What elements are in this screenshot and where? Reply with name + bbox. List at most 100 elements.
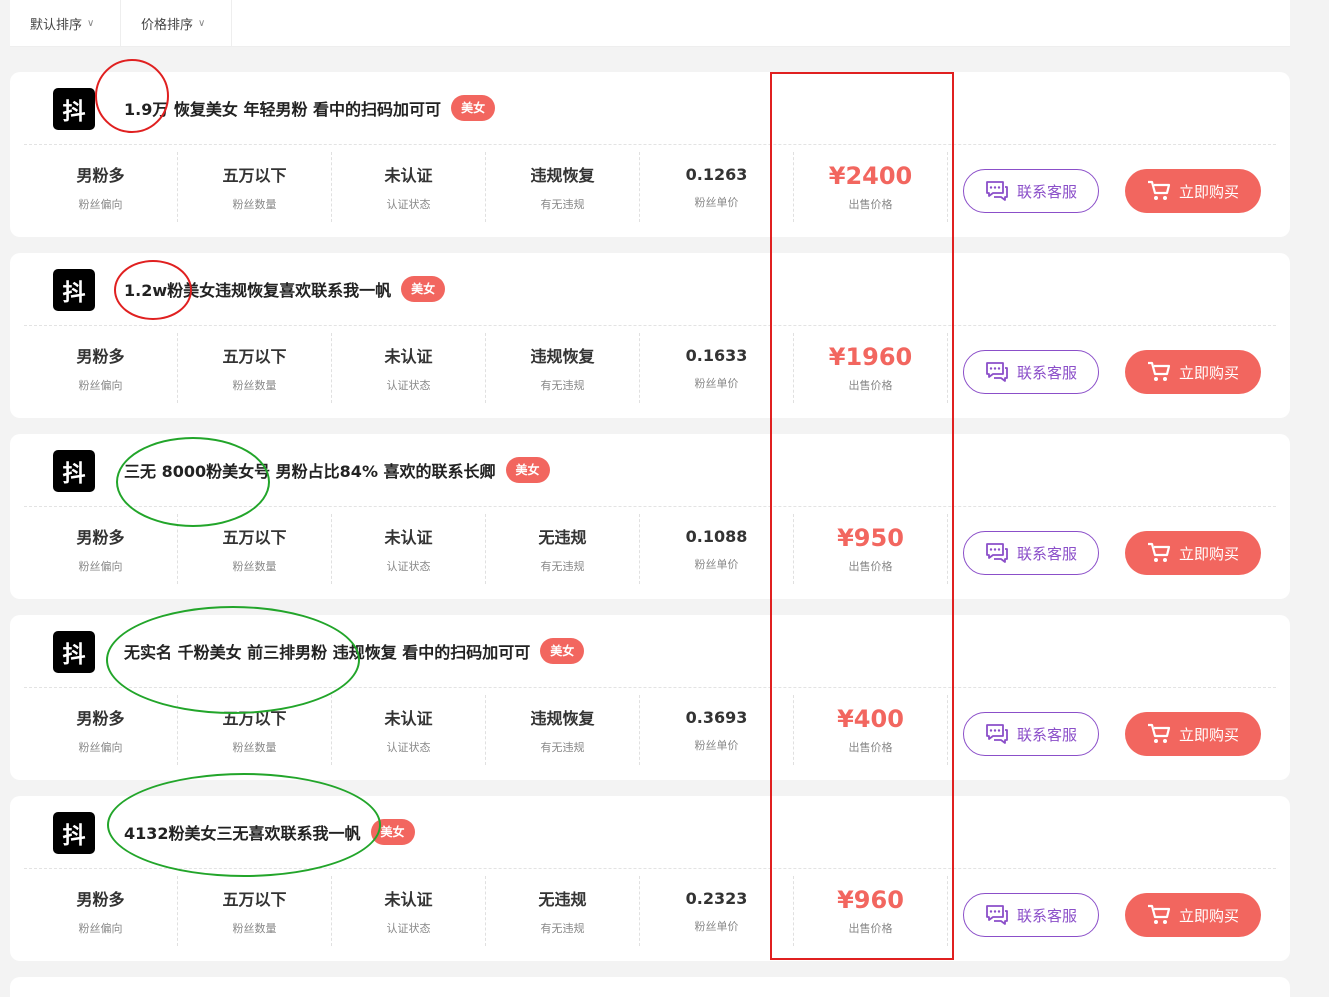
listing-title[interactable]: 三无 8000粉美女号 男粉占比84% 喜欢的联系长卿 — [124, 458, 496, 482]
stat-cert-status: 未认证 认证状态 — [332, 514, 486, 584]
listing-title-row: 无实名 千粉美女 前三排男粉 违规恢复 看中的扫码加可可 美女 — [124, 637, 585, 665]
sale-price: ¥400 — [837, 705, 904, 733]
stat-label: 粉丝单价 — [694, 919, 739, 933]
listing-card[interactable]: 抖 1.2w粉美女违规恢复喜欢联系我一帆 美女 男粉多 粉丝偏向 五万以下 粉丝… — [10, 253, 1290, 418]
stat-unit-price: 0.1263 粉丝单价 — [640, 152, 794, 222]
contact-service-button[interactable]: 联系客服 — [963, 712, 1099, 756]
sort-default-tab[interactable]: 默认排序 ∨ — [10, 0, 121, 46]
listing-title[interactable]: 无实名 千粉美女 前三排男粉 违规恢复 看中的扫码加可可 — [124, 639, 530, 663]
stat-label: 粉丝数量 — [232, 922, 277, 935]
buy-now-button[interactable]: 立即购买 — [1125, 350, 1261, 394]
stat-label: 有无违规 — [540, 198, 585, 211]
buy-now-button[interactable]: 立即购买 — [1125, 712, 1261, 756]
stat-value: 未认证 — [384, 709, 433, 728]
divider — [24, 506, 1276, 507]
stat-label: 出售价格 — [848, 741, 893, 754]
chat-icon — [986, 543, 1008, 563]
sort-default-label: 默认排序 — [30, 17, 83, 33]
stat-sale-price: ¥950 出售价格 — [794, 514, 948, 584]
cart-icon — [1147, 723, 1171, 743]
stat-value: 五万以下 — [222, 528, 287, 547]
stat-label: 粉丝单价 — [694, 738, 739, 752]
chat-icon — [986, 905, 1008, 925]
stat-value: 五万以下 — [222, 347, 287, 366]
listing-title-row: 1.9万 恢复美女 年轻男粉 看中的扫码加可可 美女 — [124, 94, 496, 122]
listing-title-row: 1.2w粉美女违规恢复喜欢联系我一帆 美女 — [124, 275, 446, 303]
listing-card[interactable]: 抖 三无 8000粉美女号 男粉占比84% 喜欢的联系长卿 美女 男粉多 粉丝偏… — [10, 434, 1290, 599]
category-tag: 美女 — [370, 819, 415, 845]
contact-service-button[interactable]: 联系客服 — [963, 893, 1099, 937]
category-tag: 美女 — [540, 638, 585, 664]
stat-label: 粉丝偏向 — [78, 922, 123, 935]
contact-service-button[interactable]: 联系客服 — [963, 531, 1099, 575]
stat-violation: 无违规 有无违规 — [486, 876, 640, 946]
stat-value: 男粉多 — [76, 347, 125, 366]
buy-now-label: 立即购买 — [1178, 906, 1239, 925]
contact-service-button[interactable]: 联系客服 — [963, 350, 1099, 394]
stat-label: 粉丝偏向 — [78, 198, 123, 211]
listing-title[interactable]: 4132粉美女三无喜欢联系我一帆 — [124, 820, 361, 844]
stat-cert-status: 未认证 认证状态 — [332, 152, 486, 222]
stat-label: 认证状态 — [386, 379, 431, 392]
listing-title[interactable]: 1.9万 恢复美女 年轻男粉 看中的扫码加可可 — [124, 96, 441, 120]
chat-icon — [986, 362, 1008, 382]
stat-value: 0.1088 — [685, 526, 748, 546]
stat-label: 粉丝单价 — [694, 376, 739, 390]
stat-fan-bias: 男粉多 粉丝偏向 — [24, 333, 178, 403]
listing-title-row: 三无 8000粉美女号 男粉占比84% 喜欢的联系长卿 美女 — [124, 456, 550, 484]
listing-card[interactable]: 抖 4132粉美女三无喜欢联系我一帆 美女 男粉多 粉丝偏向 五万以下 粉丝数量… — [10, 796, 1290, 961]
stat-cert-status: 未认证 认证状态 — [332, 695, 486, 765]
stat-value: 五万以下 — [222, 166, 287, 185]
listing-header: 抖 1.9万 恢复美女 年轻男粉 看中的扫码加可可 美女 — [10, 72, 1290, 144]
stat-violation: 无违规 有无违规 — [486, 514, 640, 584]
stat-value: 违规恢复 — [530, 166, 595, 185]
stat-fan-count: 五万以下 粉丝数量 — [178, 333, 332, 403]
stat-label: 粉丝偏向 — [78, 379, 123, 392]
stat-label: 有无违规 — [540, 741, 585, 754]
stat-value: 违规恢复 — [530, 347, 595, 366]
stat-label: 粉丝单价 — [694, 557, 739, 571]
buy-now-button[interactable]: 立即购买 — [1125, 893, 1261, 937]
sort-price-tab[interactable]: 价格排序 ∨ — [121, 0, 232, 46]
contact-service-label: 联系客服 — [1016, 725, 1077, 744]
stat-fan-bias: 男粉多 粉丝偏向 — [24, 514, 178, 584]
buy-now-label: 立即购买 — [1178, 544, 1239, 563]
stat-cert-status: 未认证 认证状态 — [332, 333, 486, 403]
listing-card[interactable]: 抖 无实名 千粉美女 前三排男粉 违规恢复 看中的扫码加可可 美女 男粉多 粉丝… — [10, 615, 1290, 780]
listing-stats: 男粉多 粉丝偏向 五万以下 粉丝数量 未认证 认证状态 违规恢复 有无违规 0.… — [24, 333, 948, 403]
stat-violation: 违规恢复 有无违规 — [486, 695, 640, 765]
douyin-logo-icon: 抖 — [53, 812, 95, 854]
douyin-logo-icon: 抖 — [53, 450, 95, 492]
listing-header: 抖 4132粉美女三无喜欢联系我一帆 美女 — [10, 796, 1290, 868]
cart-icon — [1147, 180, 1171, 200]
buy-now-label: 立即购买 — [1178, 182, 1239, 201]
stat-label: 出售价格 — [848, 922, 893, 935]
stat-sale-price: ¥1960 出售价格 — [794, 333, 948, 403]
contact-service-button[interactable]: 联系客服 — [963, 169, 1099, 213]
listing-stats: 男粉多 粉丝偏向 五万以下 粉丝数量 未认证 认证状态 违规恢复 有无违规 0.… — [24, 152, 948, 222]
stat-label: 粉丝数量 — [232, 379, 277, 392]
listing-header: 抖 无实名 千粉美女 前三排男粉 违规恢复 看中的扫码加可可 美女 — [10, 615, 1290, 687]
stat-fan-count: 五万以下 粉丝数量 — [178, 152, 332, 222]
listing-title[interactable]: 1.2w粉美女违规恢复喜欢联系我一帆 — [124, 277, 391, 301]
stat-unit-price: 0.1633 粉丝单价 — [640, 333, 794, 403]
stat-label: 出售价格 — [848, 560, 893, 573]
douyin-logo-icon: 抖 — [53, 269, 95, 311]
stat-label: 粉丝偏向 — [78, 560, 123, 573]
stat-unit-price: 0.2323 粉丝单价 — [640, 876, 794, 946]
stat-label: 认证状态 — [386, 922, 431, 935]
listing-card[interactable]: 抖 1.9万 恢复美女 年轻男粉 看中的扫码加可可 美女 男粉多 粉丝偏向 五万… — [10, 72, 1290, 237]
stat-label: 认证状态 — [386, 198, 431, 211]
stat-violation: 违规恢复 有无违规 — [486, 152, 640, 222]
buy-now-button[interactable]: 立即购买 — [1125, 531, 1261, 575]
buy-now-button[interactable]: 立即购买 — [1125, 169, 1261, 213]
stat-value: 未认证 — [384, 166, 433, 185]
sale-price: ¥960 — [837, 886, 904, 914]
sale-price: ¥950 — [837, 524, 904, 552]
sort-bar: 默认排序 ∨ 价格排序 ∨ — [10, 0, 1290, 47]
stat-value: 0.3693 — [685, 707, 748, 727]
stat-value: 男粉多 — [76, 890, 125, 909]
contact-service-label: 联系客服 — [1016, 906, 1077, 925]
listing-title-row: 4132粉美女三无喜欢联系我一帆 美女 — [124, 818, 415, 846]
stat-value: 男粉多 — [76, 166, 125, 185]
